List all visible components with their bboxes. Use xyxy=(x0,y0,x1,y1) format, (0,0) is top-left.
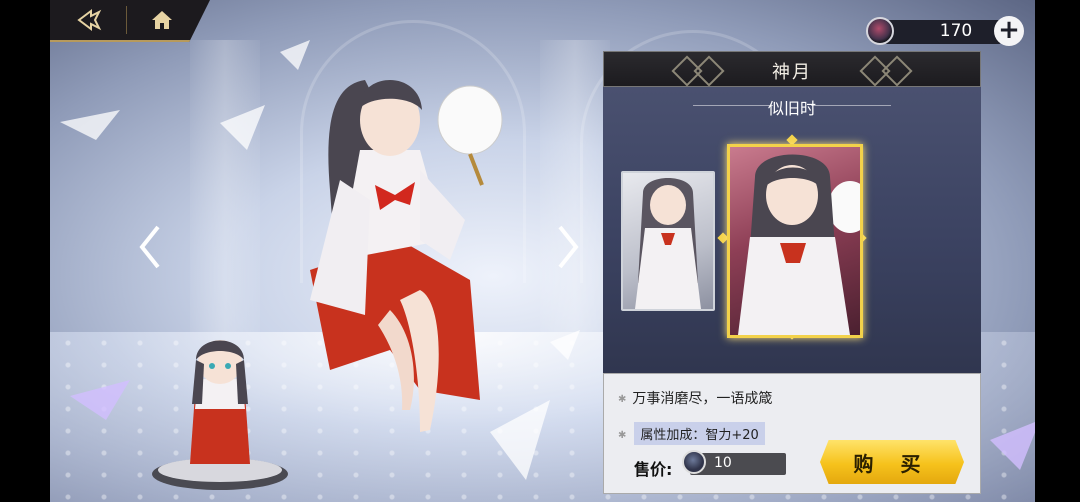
character-portrait xyxy=(635,178,701,309)
skin-panel: 神月 似旧时 ✱ 万事消磨尽，一语成箴 ✱ 属性加成：智力+20 售价: 10 … xyxy=(603,51,981,494)
bullet-icon: ✱ xyxy=(618,393,627,405)
character-name-header: 神月 xyxy=(603,51,981,87)
previous-character-button[interactable] xyxy=(136,223,164,271)
divider xyxy=(811,105,891,106)
next-character-button[interactable] xyxy=(554,223,582,271)
currency-amount: 170 xyxy=(939,21,973,41)
character-portrait xyxy=(738,154,860,335)
attribute-text: 属性加成：智力+20 xyxy=(634,422,765,445)
bullet-icon: ✱ xyxy=(618,430,627,441)
background-pillar xyxy=(190,40,260,340)
skin-name: 似旧时 xyxy=(767,99,816,118)
plus-icon: + xyxy=(998,15,1020,45)
crystal-shard xyxy=(60,110,120,140)
skin-thumbnail-default[interactable] xyxy=(621,171,715,311)
currency-display: 170 + xyxy=(866,16,1024,46)
home-icon xyxy=(152,11,172,29)
price-value: 10 xyxy=(714,455,732,471)
chevron-left-icon xyxy=(139,225,160,269)
gem-icon xyxy=(866,17,894,45)
price-label: 售价: xyxy=(634,460,673,479)
description-text: 万事消磨尽，一语成箴 xyxy=(632,391,773,407)
skin-description: ✱ 万事消磨尽，一语成箴 xyxy=(618,388,772,408)
skin-gallery: 似旧时 xyxy=(603,87,981,373)
top-nav-bar xyxy=(50,0,210,42)
divider xyxy=(126,6,127,34)
chibi-character xyxy=(152,340,288,490)
attribute-bonus: ✱ 属性加成：智力+20 xyxy=(618,422,848,445)
buy-button[interactable]: 购 买 xyxy=(820,440,964,484)
add-currency-button[interactable]: + xyxy=(994,16,1024,46)
gem-icon xyxy=(682,450,706,474)
back-button[interactable] xyxy=(58,0,122,40)
character-name: 神月 xyxy=(772,62,812,83)
home-button[interactable] xyxy=(130,0,194,40)
chevron-right-icon xyxy=(558,225,579,269)
background-pillar xyxy=(540,40,610,340)
buy-label: 购 买 xyxy=(853,451,931,476)
skin-thumbnail-selected[interactable] xyxy=(727,144,863,338)
character-illustration xyxy=(310,80,503,432)
skin-details: ✱ 万事消磨尽，一语成箴 ✱ 属性加成：智力+20 售价: 10 购 买 xyxy=(603,373,981,494)
back-arrow-icon xyxy=(77,9,102,31)
crystal-shard xyxy=(280,40,310,70)
